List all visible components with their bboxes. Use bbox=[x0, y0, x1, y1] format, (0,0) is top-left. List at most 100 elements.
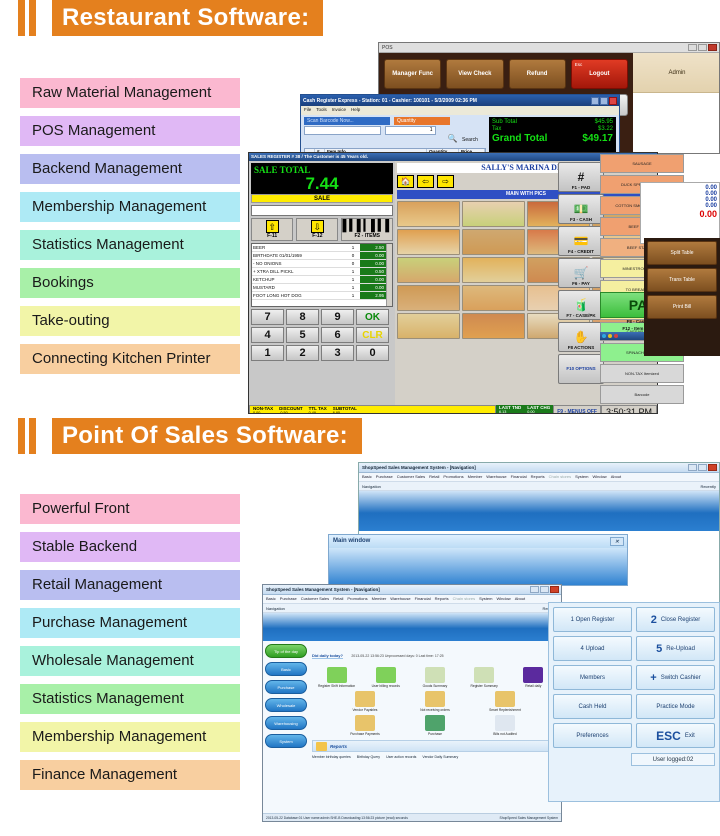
menu-item[interactable]: Window bbox=[592, 474, 606, 480]
food-item-tile[interactable] bbox=[462, 285, 525, 311]
sidebar-item[interactable]: System bbox=[265, 734, 307, 748]
register-action-button[interactable]: Preferences bbox=[553, 723, 632, 748]
manager-func-button[interactable]: Manager Func bbox=[384, 59, 442, 89]
function-button[interactable]: # F1 - PAD bbox=[558, 162, 604, 192]
keypad-key-9[interactable]: 9 bbox=[321, 309, 354, 325]
menu-item[interactable]: Customer Sales bbox=[397, 474, 425, 480]
menu-item[interactable]: Warehouse bbox=[486, 474, 506, 480]
report-link[interactable]: User action records bbox=[386, 755, 416, 759]
register-action-button[interactable]: 1 Open Register bbox=[553, 607, 632, 632]
fkey-f11[interactable]: ⇧ F-11 bbox=[251, 218, 294, 241]
icon-row-2[interactable]: Vendor Payables Not receiving orders Smart… bbox=[312, 691, 558, 712]
sales-fkey-row[interactable]: ⇧ F-11 ⇩ F-12 ▌▍▌▎▌▍▌ F2 - ITEMS bbox=[251, 218, 393, 241]
menu-item[interactable]: Retail bbox=[429, 474, 439, 480]
table-action-button[interactable]: Split Table bbox=[647, 241, 717, 265]
sidebar-item[interactable]: Basic bbox=[265, 662, 307, 676]
menus-off-button[interactable]: F9 - MENUS OFF bbox=[553, 405, 601, 413]
menu-item[interactable]: Reports bbox=[531, 474, 545, 480]
window-controls-front[interactable] bbox=[530, 586, 559, 593]
sales-item-row[interactable]: - NO ONIONS00.00T bbox=[252, 260, 392, 268]
navigation-icon-item[interactable]: Bills not Audited bbox=[486, 715, 524, 736]
navigation-icon-item[interactable]: Retail daily bbox=[514, 667, 552, 688]
menu-item[interactable]: About bbox=[611, 474, 621, 480]
menu-item[interactable]: Reports bbox=[435, 596, 449, 602]
tab-navigation-back[interactable]: Navigation bbox=[362, 484, 381, 489]
food-item-tile[interactable] bbox=[462, 257, 525, 283]
sidebar-item[interactable]: Tip of the day bbox=[265, 644, 307, 658]
keypad-key-2[interactable]: 2 bbox=[286, 345, 319, 361]
food-item-tile[interactable] bbox=[462, 313, 525, 339]
keypad-key-ok[interactable]: OK bbox=[356, 309, 389, 325]
register-action-button[interactable]: Cash Held bbox=[553, 694, 632, 719]
register-action-button[interactable]: Practice Mode bbox=[636, 694, 715, 719]
keypad-key-4[interactable]: 4 bbox=[251, 327, 284, 343]
sidebar-item[interactable]: Wholesale bbox=[265, 698, 307, 712]
register-action-button[interactable]: ESC Exit bbox=[636, 723, 715, 748]
menu-item[interactable]: System bbox=[575, 474, 588, 480]
register-action-button[interactable]: 4 Upload bbox=[553, 636, 632, 661]
report-link[interactable]: Member birthday queries bbox=[312, 755, 351, 759]
arrow-left-icon[interactable]: ⇦ bbox=[417, 175, 434, 188]
menu-category-button[interactable]: Barcode bbox=[600, 385, 684, 404]
menubar-shopspeed-front[interactable]: Basic Purchase Customer Sales Retail Promoti… bbox=[263, 595, 561, 604]
keypad-key-6[interactable]: 6 bbox=[321, 327, 354, 343]
keypad-key-7[interactable]: 7 bbox=[251, 309, 284, 325]
sales-item-row[interactable]: KETCHUP10.00T bbox=[252, 276, 392, 284]
menu-item[interactable]: Chain stores bbox=[549, 474, 571, 480]
table-action-button[interactable]: Print Bill bbox=[647, 295, 717, 319]
report-links[interactable]: Member birthday queries Birthday Query Use… bbox=[312, 755, 558, 759]
food-item-tile[interactable] bbox=[397, 313, 460, 339]
food-item-tile[interactable] bbox=[397, 201, 460, 227]
navigation-icon-item[interactable]: Smart Replenishment bbox=[486, 691, 524, 712]
numeric-keypad[interactable]: 7 8 9 OK 4 5 6 CLR 1 2 3 0 bbox=[251, 309, 393, 361]
function-button-column[interactable]: # F1 - PAD 💵 F3 - CASH 💳 F4 - CREDIT 🛒 F6 - PAY… bbox=[558, 162, 604, 386]
keypad-key-1[interactable]: 1 bbox=[251, 345, 284, 361]
function-button[interactable]: 🛒 F6 - PAY bbox=[558, 258, 604, 288]
menu-item[interactable]: Warehouse bbox=[390, 596, 410, 602]
menu-item[interactable]: Purchase bbox=[376, 474, 393, 480]
keypad-key-clr[interactable]: CLR bbox=[356, 327, 389, 343]
menu-category-button[interactable]: SAUSAGE bbox=[600, 154, 684, 173]
register-action-button[interactable]: + Switch Cashier bbox=[636, 665, 715, 690]
window-controls-cash-register[interactable] bbox=[591, 96, 617, 105]
menubar-shopspeed-back[interactable]: Basic Purchase Customer Sales Retail Promoti… bbox=[359, 473, 719, 482]
button-column-right[interactable]: 2 Close Register 5 Re-Upload + Switch Cashier… bbox=[636, 607, 715, 748]
tab-navigation-front[interactable]: Navigation bbox=[266, 606, 285, 611]
icon-row-1[interactable]: Register Shift Information User billing r… bbox=[312, 667, 558, 688]
food-item-tile[interactable] bbox=[397, 285, 460, 311]
tabrow-back[interactable]: Navigation Recently bbox=[359, 482, 719, 491]
sidebar-item[interactable]: Warehousing bbox=[265, 716, 307, 730]
sales-item-row[interactable]: BIRTHDATE 01/01/195900.00T bbox=[252, 252, 392, 260]
menu-item[interactable]: Financial bbox=[415, 596, 431, 602]
report-link[interactable]: Vendor Daily Summary bbox=[422, 755, 458, 759]
menu-item[interactable]: Basic bbox=[362, 474, 372, 480]
navigation-icon-item[interactable]: Register Shift Information bbox=[318, 667, 356, 688]
arrow-right-icon[interactable]: ⇨ bbox=[437, 175, 454, 188]
menu-item[interactable]: Financial bbox=[511, 474, 527, 480]
navigation-icon-item[interactable]: Purchase bbox=[416, 715, 454, 736]
button-column-left[interactable]: 1 Open Register 4 Upload Members Cash Held P… bbox=[553, 607, 632, 748]
sales-item-row[interactable]: + XTRA DILL PICKL10.50T bbox=[252, 268, 392, 276]
function-button[interactable]: 💵 F3 - CASH bbox=[558, 194, 604, 224]
quantity-input[interactable]: 1 bbox=[385, 126, 436, 135]
navigation-icon-item[interactable]: Not receiving orders bbox=[416, 691, 454, 712]
window-shopspeed-front[interactable]: ShopSpeed Sales Management System - [Nav… bbox=[262, 584, 562, 822]
register-action-button[interactable]: 2 Close Register bbox=[636, 607, 715, 632]
register-action-button[interactable]: Members bbox=[553, 665, 632, 690]
menu-item[interactable]: Chain stores bbox=[453, 596, 475, 602]
menu-item[interactable]: About bbox=[515, 596, 525, 602]
menu-item[interactable]: Invoice bbox=[332, 107, 346, 114]
home-icon[interactable]: 🏠 bbox=[397, 175, 414, 188]
navigation-icon-item[interactable]: Purchase Payments bbox=[346, 715, 384, 736]
table-actions-panel[interactable]: Split Table Trans Table Print Bill bbox=[644, 238, 720, 356]
tabrow-front[interactable]: Navigation Recently bbox=[263, 604, 561, 613]
fkey-f2-items[interactable]: ▌▍▌▎▌▍▌ F2 - ITEMS bbox=[341, 218, 393, 241]
menu-item[interactable]: Promotions bbox=[347, 596, 367, 602]
logout-button[interactable]: Esc Logout bbox=[570, 59, 628, 89]
navigation-icon-item[interactable]: Goods Summary bbox=[416, 667, 454, 688]
table-action-button[interactable]: Trans Table bbox=[647, 268, 717, 292]
function-button[interactable]: 🧃 F7 - CASE/PK bbox=[558, 290, 604, 320]
report-link[interactable]: Birthday Query bbox=[357, 755, 380, 759]
food-item-tile[interactable] bbox=[397, 257, 460, 283]
navigation-icon-item[interactable]: Vendor Payables bbox=[346, 691, 384, 712]
